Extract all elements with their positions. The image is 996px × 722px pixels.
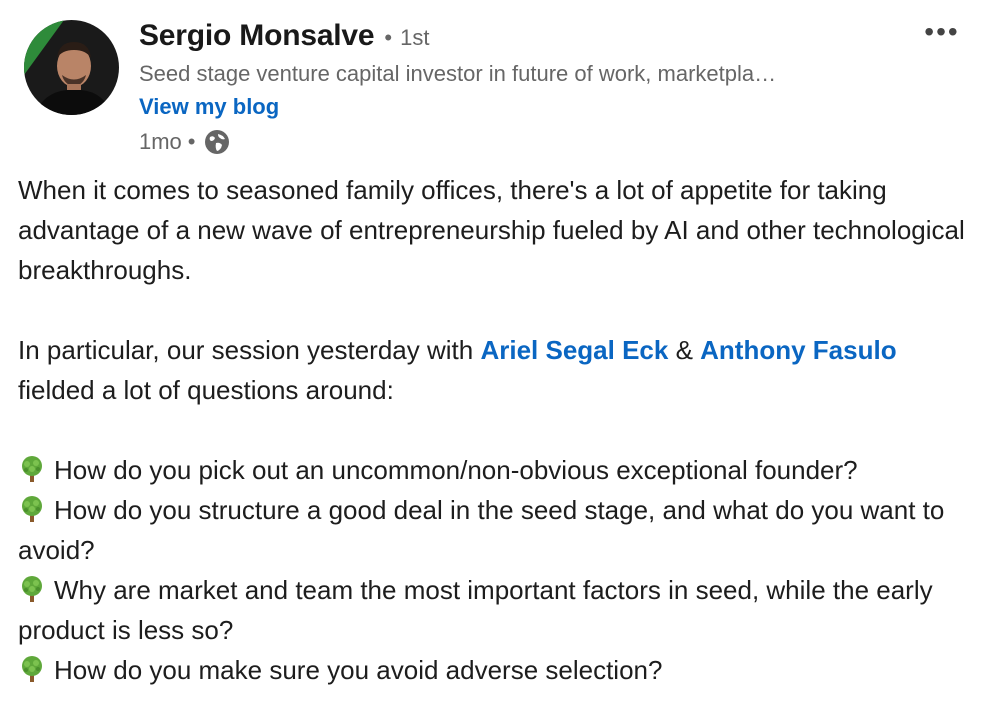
question-list: How do you pick out an uncommon/non-obvi… — [18, 450, 978, 690]
post-header: Sergio Monsalve • 1st Seed stage venture… — [139, 14, 919, 160]
post-age: 1mo — [139, 129, 182, 154]
post-meta: 1mo • — [139, 124, 919, 160]
profile-photo — [24, 20, 119, 115]
separator-dot: • — [384, 25, 393, 50]
more-horizontal-icon: ••• — [924, 16, 960, 47]
feed-post: Sergio Monsalve • 1st Seed stage venture… — [0, 0, 996, 722]
list-item-text: How do you structure a good deal in the … — [18, 495, 945, 565]
separator-dot: • — [187, 129, 196, 154]
session-suffix: fielded a lot of questions around: — [18, 375, 394, 405]
tree-emoji-icon — [22, 496, 42, 522]
tree-emoji-icon — [22, 576, 42, 602]
author-headline: Seed stage venture capital investor in f… — [139, 61, 777, 86]
post-intro: When it comes to seasoned family offices… — [18, 175, 965, 285]
author-avatar[interactable] — [24, 20, 119, 115]
more-options-button[interactable]: ••• — [922, 16, 962, 48]
tree-emoji-icon — [22, 656, 42, 682]
list-item: How do you structure a good deal in the … — [18, 490, 978, 570]
list-item: How do you pick out an uncommon/non-obvi… — [18, 450, 978, 490]
list-item: Why are market and team the most importa… — [18, 570, 978, 650]
list-item: How do you make sure you avoid adverse s… — [18, 650, 978, 690]
author-name[interactable]: Sergio Monsalve — [139, 14, 375, 58]
post-session: In particular, our session yesterday wit… — [18, 330, 978, 410]
view-blog-link[interactable]: View my blog — [139, 90, 279, 124]
post-body: When it comes to seasoned family offices… — [18, 170, 978, 690]
list-item-text: Why are market and team the most importa… — [18, 575, 933, 645]
session-amp: & — [668, 335, 701, 365]
list-item-text: How do you make sure you avoid adverse s… — [54, 655, 663, 685]
list-item-text: How do you pick out an uncommon/non-obvi… — [54, 455, 858, 485]
tree-emoji-icon — [22, 456, 42, 482]
author-name-row: Sergio Monsalve • 1st — [139, 14, 919, 58]
mention-anthony-fasulo[interactable]: Anthony Fasulo — [700, 335, 896, 365]
connection-degree: 1st — [400, 25, 430, 50]
session-prefix: In particular, our session yesterday wit… — [18, 335, 481, 365]
globe-icon — [204, 129, 230, 155]
mention-ariel-segal-eck[interactable]: Ariel Segal Eck — [480, 335, 668, 365]
